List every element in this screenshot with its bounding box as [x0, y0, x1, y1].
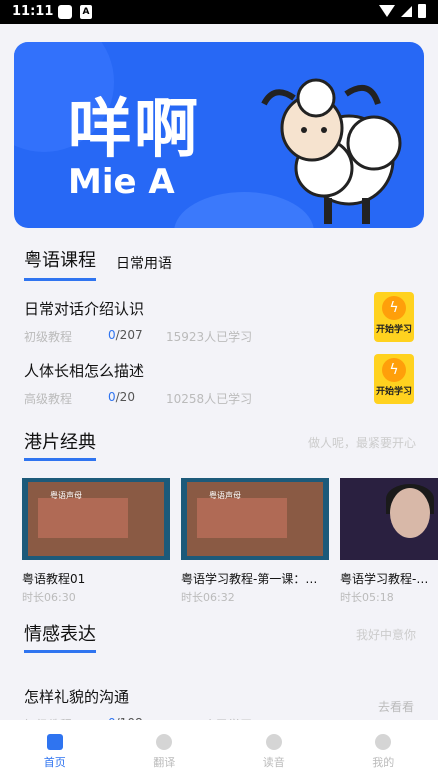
start-learning-button[interactable]: ϟ 开始学习 [374, 354, 414, 404]
nav-translate[interactable]: 翻译 [110, 720, 220, 780]
section-subtitle: 我好中意你 [355, 628, 416, 642]
banner-title: 咩啊 [68, 93, 200, 167]
video-card[interactable]: 粤语学习教程-第二 时长05:18 [340, 478, 438, 605]
start-learning-label: 开始学习 [375, 325, 412, 335]
video-card[interactable]: 粤语声母 粤语学习教程-第一课：粤… 时长06:32 [181, 478, 329, 605]
lightning-icon: ϟ [382, 358, 406, 382]
nav-home[interactable]: 首页 [0, 720, 110, 780]
user-icon [375, 734, 392, 750]
course-name: 人体长相怎么描述 [24, 362, 145, 380]
video-title: 粤语教程01 [22, 572, 86, 586]
video-thumbnail: 粤语声母 [181, 478, 329, 560]
microphone-icon [265, 734, 282, 750]
banner[interactable]: 咩啊 Mie A [14, 42, 424, 228]
tab-cantonese-course[interactable]: 粤语课程 [24, 246, 96, 281]
video-title: 粤语学习教程-第一课：粤… [181, 572, 329, 586]
nav-pronunciation[interactable]: 读音 [219, 720, 329, 780]
battery-icon [418, 4, 426, 18]
sheep-mascot-icon [261, 78, 402, 224]
course-level: 高级教程 [24, 392, 73, 406]
course-name: 怎样礼貌的沟通 [24, 688, 130, 706]
home-icon [46, 734, 63, 750]
app-notification-icon: A [80, 5, 92, 19]
course-progress: 0/20 [108, 390, 135, 404]
nav-profile[interactable]: 我的 [329, 720, 438, 780]
view-more-link[interactable]: 去看看 [378, 698, 414, 715]
start-learning-button[interactable]: ϟ 开始学习 [374, 292, 414, 342]
course-learners: 10258人已学习 [166, 392, 253, 406]
video-duration: 时长06:30 [22, 591, 76, 604]
course-tabs: 粤语课程 日常用语 [24, 246, 172, 281]
section-title: 港片经典 [24, 428, 96, 461]
video-duration: 时长05:18 [340, 591, 394, 604]
microphone-icon [156, 734, 173, 750]
section-title: 情感表达 [24, 620, 96, 653]
video-card[interactable]: 粤语声母 粤语教程01 时长06:30 [22, 478, 170, 605]
banner-subtitle: Mie A [68, 162, 175, 202]
section-hk-films: 港片经典 做人呢，最紧要开心 [24, 428, 416, 461]
course-item[interactable]: 日常对话介绍认识 初级教程 0/207 15923人已学习 ϟ 开始学习 [24, 292, 414, 352]
signal-icon [401, 5, 412, 17]
status-time: 11:11 [12, 4, 54, 19]
video-thumbnail: 粤语声母 [22, 478, 170, 560]
video-duration: 时长06:32 [181, 591, 235, 604]
status-bar: 11:11 A [0, 0, 438, 24]
video-thumbnail [340, 478, 438, 560]
course-learners: 15923人已学习 [166, 330, 253, 344]
section-subtitle: 做人呢，最紧要开心 [307, 436, 416, 450]
video-title: 粤语学习教程-第二 [340, 572, 438, 586]
tab-daily-phrases[interactable]: 日常用语 [116, 253, 172, 281]
notification-icon [58, 5, 72, 19]
wifi-icon [379, 5, 395, 17]
lightning-icon: ϟ [382, 296, 406, 320]
bottom-nav: 首页 翻译 读音 我的 [0, 720, 438, 780]
course-level: 初级教程 [24, 330, 73, 344]
system-icons [379, 4, 426, 18]
section-emotion: 情感表达 我好中意你 [24, 620, 416, 653]
start-learning-label: 开始学习 [375, 387, 412, 397]
course-item[interactable]: 人体长相怎么描述 高级教程 0/20 10258人已学习 ϟ 开始学习 [24, 354, 414, 414]
course-name: 日常对话介绍认识 [24, 300, 145, 318]
course-progress: 0/207 [108, 328, 143, 342]
